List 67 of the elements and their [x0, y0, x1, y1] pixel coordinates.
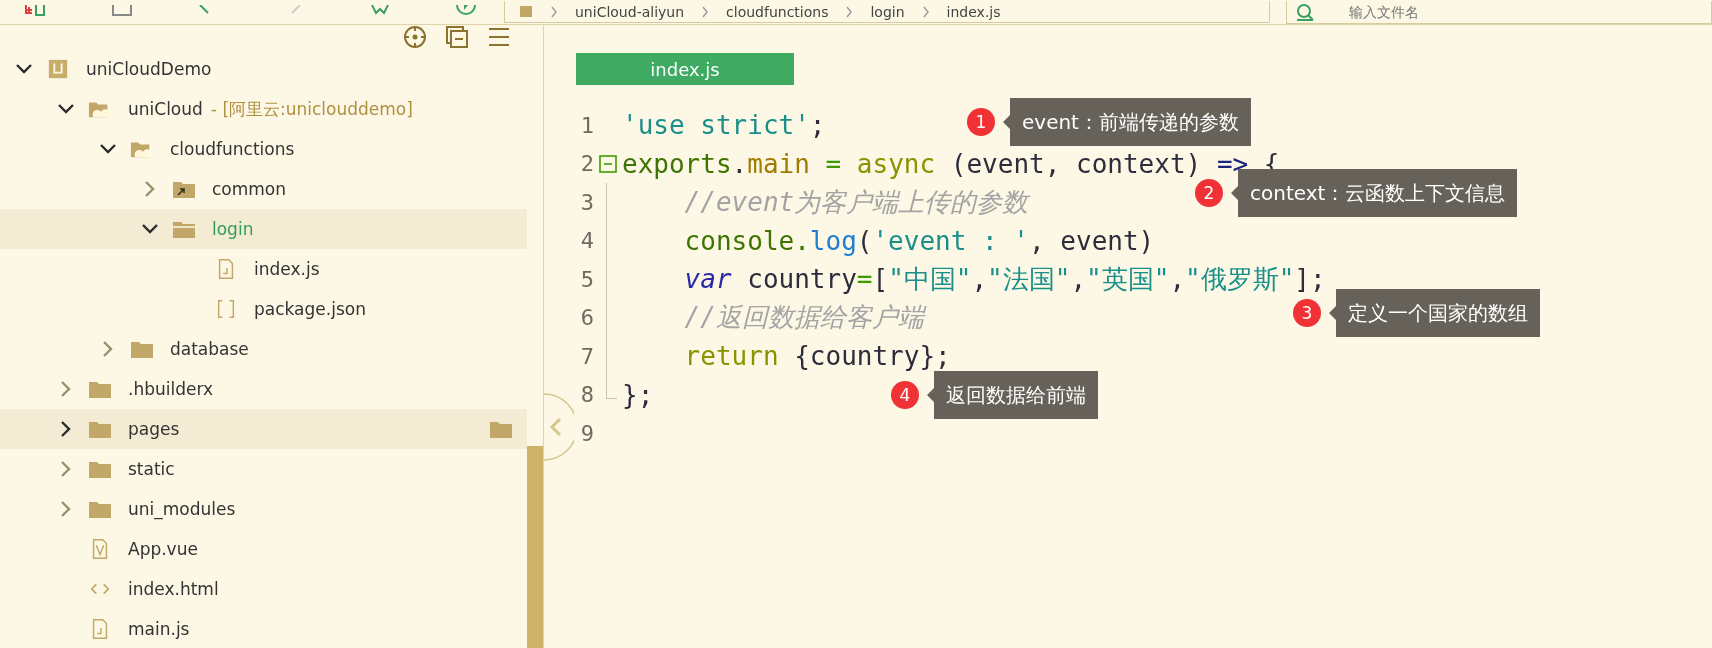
tree-item[interactable]: main.js [0, 609, 527, 648]
tree-item[interactable]: index.js [0, 249, 527, 289]
collapse-handle-icon[interactable] [544, 393, 574, 461]
annotation-callout: event：前端传递的参数 [1003, 98, 1251, 146]
tree-item[interactable]: uni_modules [0, 489, 527, 529]
tree-item[interactable]: pages [0, 409, 527, 449]
number-badge: 4 [891, 381, 919, 409]
tree-item[interactable]: static [0, 449, 527, 489]
number-badge: 3 [1293, 299, 1321, 327]
file-icon [519, 5, 533, 18]
tree-item-label: pages [128, 419, 180, 439]
search-field[interactable]: 输入文件名 [1286, 0, 1712, 24]
chevron-icon [549, 5, 559, 18]
breadcrumb-item[interactable]: uniCloud-aliyun [575, 3, 685, 20]
tree-item-label: package.json [254, 299, 366, 319]
code-line: console.log('event : ', event) [683, 225, 1155, 256]
line-number: 6 [579, 305, 594, 331]
tree-item[interactable]: cloudfunctions [0, 129, 527, 169]
tree-item-label: login [212, 219, 254, 239]
tree-item-label: index.js [254, 259, 320, 279]
line-number: 8 [579, 382, 594, 408]
annotation-callout: 定义一个国家的数组 [1329, 289, 1540, 337]
line-number: 1 [579, 112, 594, 138]
tree-item[interactable]: package.json [0, 289, 527, 329]
code-line: var country=["中国","法国","英国","俄罗斯"]; [683, 262, 1326, 296]
tree-item[interactable]: index.html [0, 569, 527, 609]
breadcrumb-item[interactable]: index.js [946, 3, 1001, 20]
fold-icon[interactable] [599, 154, 617, 173]
breadcrumb-item[interactable]: login [870, 3, 905, 20]
code-line: return {country}; [683, 341, 951, 372]
tree-item-label: uni_modules [128, 499, 236, 519]
tree-item[interactable]: App.vue [0, 529, 527, 569]
tree-item-label: static [128, 459, 175, 479]
tree-item-label: .hbuilderx [128, 379, 214, 399]
annotation-callout: 返回数据给前端 [927, 371, 1098, 419]
line-number: 7 [579, 343, 594, 369]
code-line: 'use strict'; [622, 110, 826, 141]
cloud-provider-label: - [阿里云:uniclouddemo] [210, 97, 413, 121]
line-number: 5 [579, 266, 594, 292]
line-number: 9 [579, 420, 594, 446]
tree-item[interactable]: uniCloud - [阿里云:uniclouddemo] [0, 89, 527, 129]
tree-item-label: index.html [128, 579, 219, 599]
tree-item-label: database [170, 339, 249, 359]
breadcrumb-item[interactable]: cloudfunctions [726, 3, 829, 20]
tree-item[interactable]: .hbuilderx [0, 369, 527, 409]
code-line: //event为客户端上传的参数 [683, 185, 1029, 219]
tree-item-label: cloudfunctions [170, 139, 295, 159]
tree-item[interactable]: uniCloudDemo [0, 49, 527, 89]
menu-icon[interactable] [487, 25, 511, 49]
code-line: }; [622, 379, 654, 410]
tree-item-label: common [212, 179, 287, 199]
tree-item-label: main.js [128, 619, 190, 639]
tree-item[interactable]: common [0, 169, 527, 209]
tree-item[interactable]: database [0, 329, 527, 369]
scrollbar[interactable] [527, 446, 543, 648]
tree-item-label: App.vue [128, 539, 198, 559]
number-badge: 2 [1195, 179, 1223, 207]
locate-icon[interactable] [403, 25, 427, 49]
line-number: 4 [579, 228, 594, 254]
tree-item-label: uniCloud [128, 99, 203, 119]
line-number: 3 [579, 189, 594, 215]
tree-item-label: uniCloudDemo [86, 59, 212, 79]
number-badge: 1 [967, 108, 995, 136]
project-icon [46, 58, 70, 80]
collapse-all-icon[interactable] [445, 25, 469, 49]
line-number: 2 [579, 151, 594, 177]
search-icon [1296, 2, 1314, 21]
